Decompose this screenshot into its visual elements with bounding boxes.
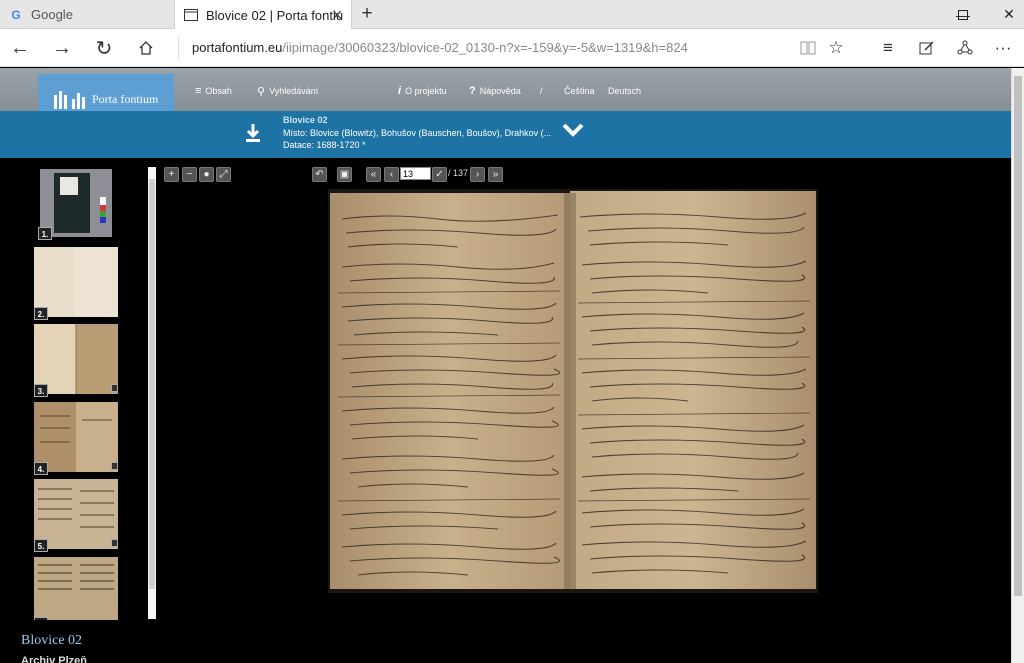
hub-icon[interactable]: ≡ xyxy=(869,29,907,67)
thumbnail-1[interactable]: 1. xyxy=(38,169,112,240)
google-icon: G xyxy=(11,7,21,22)
thumbnail-number: 4. xyxy=(34,462,48,475)
thumbnail-corner-marker xyxy=(111,462,118,470)
reset-zoom-button[interactable]: ● xyxy=(199,167,214,182)
lock-icon[interactable]: ▣ xyxy=(337,167,352,182)
thumbnail-corner-marker xyxy=(111,539,118,547)
thumbnail-number: 1. xyxy=(38,227,52,240)
share-icon[interactable] xyxy=(946,29,984,67)
menu-o-projektu[interactable]: i O projektu xyxy=(398,80,447,102)
forward-arrow-icon[interactable]: → xyxy=(42,29,82,67)
record-title: Blovice 02 xyxy=(283,115,328,125)
thumbnail-3[interactable]: 3. xyxy=(34,324,118,397)
tab-title: Google xyxy=(31,7,73,22)
rotate-icon[interactable]: ↶ xyxy=(312,167,327,182)
fullscreen-button[interactable]: ⤢ xyxy=(216,167,231,182)
zoom-in-button[interactable]: + xyxy=(164,167,179,182)
menu-lang-deutsch[interactable]: Deutsch xyxy=(608,80,641,102)
tab-title: Blovice 02 | Porta fontiu xyxy=(206,7,344,23)
new-tab-button[interactable]: + xyxy=(356,3,378,25)
thumbnail-scrollbar[interactable] xyxy=(148,167,156,619)
refresh-icon[interactable]: ↻ xyxy=(84,29,124,67)
thumbnail-5[interactable]: 5. xyxy=(34,479,118,552)
help-icon: ? xyxy=(469,85,476,97)
thumbnail-number: 3. xyxy=(34,384,48,397)
menu-napoveda[interactable]: ? Nápověda xyxy=(469,80,521,102)
menu-vyhledavani[interactable]: ⚲ Vyhledávání xyxy=(257,80,318,102)
chevron-down-icon[interactable] xyxy=(562,123,584,145)
web-note-icon[interactable] xyxy=(908,29,946,67)
menu-separator: / xyxy=(540,86,543,96)
first-page-button[interactable]: « xyxy=(366,167,381,182)
page-scrollbar[interactable] xyxy=(1011,68,1024,663)
document-subtitle: Archiv Plzeň xyxy=(21,655,88,663)
more-icon[interactable]: ··· xyxy=(984,29,1022,67)
thumbnail-6[interactable]: 6. xyxy=(34,557,118,620)
record-info-bar: Blovice 02 Místo: Blovice (Blowitz), Boh… xyxy=(0,111,1011,158)
last-page-button[interactable]: » xyxy=(488,167,503,182)
close-window-button[interactable]: ✕ xyxy=(986,0,1024,29)
page-total: / 137 xyxy=(448,168,469,178)
record-date: Datace: 1688-1720 * xyxy=(283,140,366,150)
info-icon: i xyxy=(398,85,402,97)
zoom-out-button[interactable]: − xyxy=(182,167,197,182)
favorite-star-icon[interactable]: ☆ xyxy=(817,29,855,67)
home-icon[interactable] xyxy=(126,29,166,67)
browser-nav-bar: ← → ↻ portafontium.eu/iipimage/30060323/… xyxy=(0,29,1024,67)
search-icon: ⚲ xyxy=(257,85,266,98)
close-tab-icon[interactable]: ✕ xyxy=(331,7,343,24)
thumbnail-number: 5. xyxy=(34,539,48,552)
page-icon xyxy=(184,8,198,22)
menu-lang-cestina[interactable]: Čeština xyxy=(564,80,595,102)
page-number-input[interactable] xyxy=(400,167,431,180)
thumbnail-4[interactable]: 4. xyxy=(34,402,118,475)
address-bar[interactable]: portafontium.eu/iipimage/30060323/blovic… xyxy=(178,37,778,59)
menu-obsah[interactable]: ≡ Obsah xyxy=(195,80,232,102)
previous-page-button[interactable]: ‹ xyxy=(384,167,399,182)
manuscript-image[interactable] xyxy=(328,189,818,593)
logo-icon xyxy=(54,90,85,109)
record-place: Místo: Blovice (Blowitz), Bohušov (Bausc… xyxy=(283,128,552,138)
download-icon[interactable] xyxy=(244,123,262,149)
thumbnail-strip[interactable]: 1. 2. 3. 4. 5. 6. xyxy=(28,165,156,620)
maximize-button[interactable] xyxy=(940,0,986,29)
thumbnail-number: 2. xyxy=(34,307,48,320)
menu-icon: ≡ xyxy=(195,85,202,97)
go-to-page-button[interactable]: ✓ xyxy=(432,167,447,182)
browser-tab-bar: G Google Blovice 02 | Porta fontiu ✕ + —… xyxy=(0,0,1024,30)
logo-text: Porta fontium xyxy=(92,92,159,106)
tab-google[interactable]: G Google xyxy=(0,0,174,29)
document-title: Blovice 02 xyxy=(21,633,83,648)
thumbnail-corner-marker xyxy=(111,384,118,392)
back-arrow-icon[interactable]: ← xyxy=(0,29,40,67)
thumbnail-2[interactable]: 2. xyxy=(34,247,118,320)
thumbnail-number: 6. xyxy=(34,617,48,620)
tab-blovice[interactable]: Blovice 02 | Porta fontiu ✕ xyxy=(174,0,352,30)
next-page-button[interactable]: › xyxy=(470,167,485,182)
